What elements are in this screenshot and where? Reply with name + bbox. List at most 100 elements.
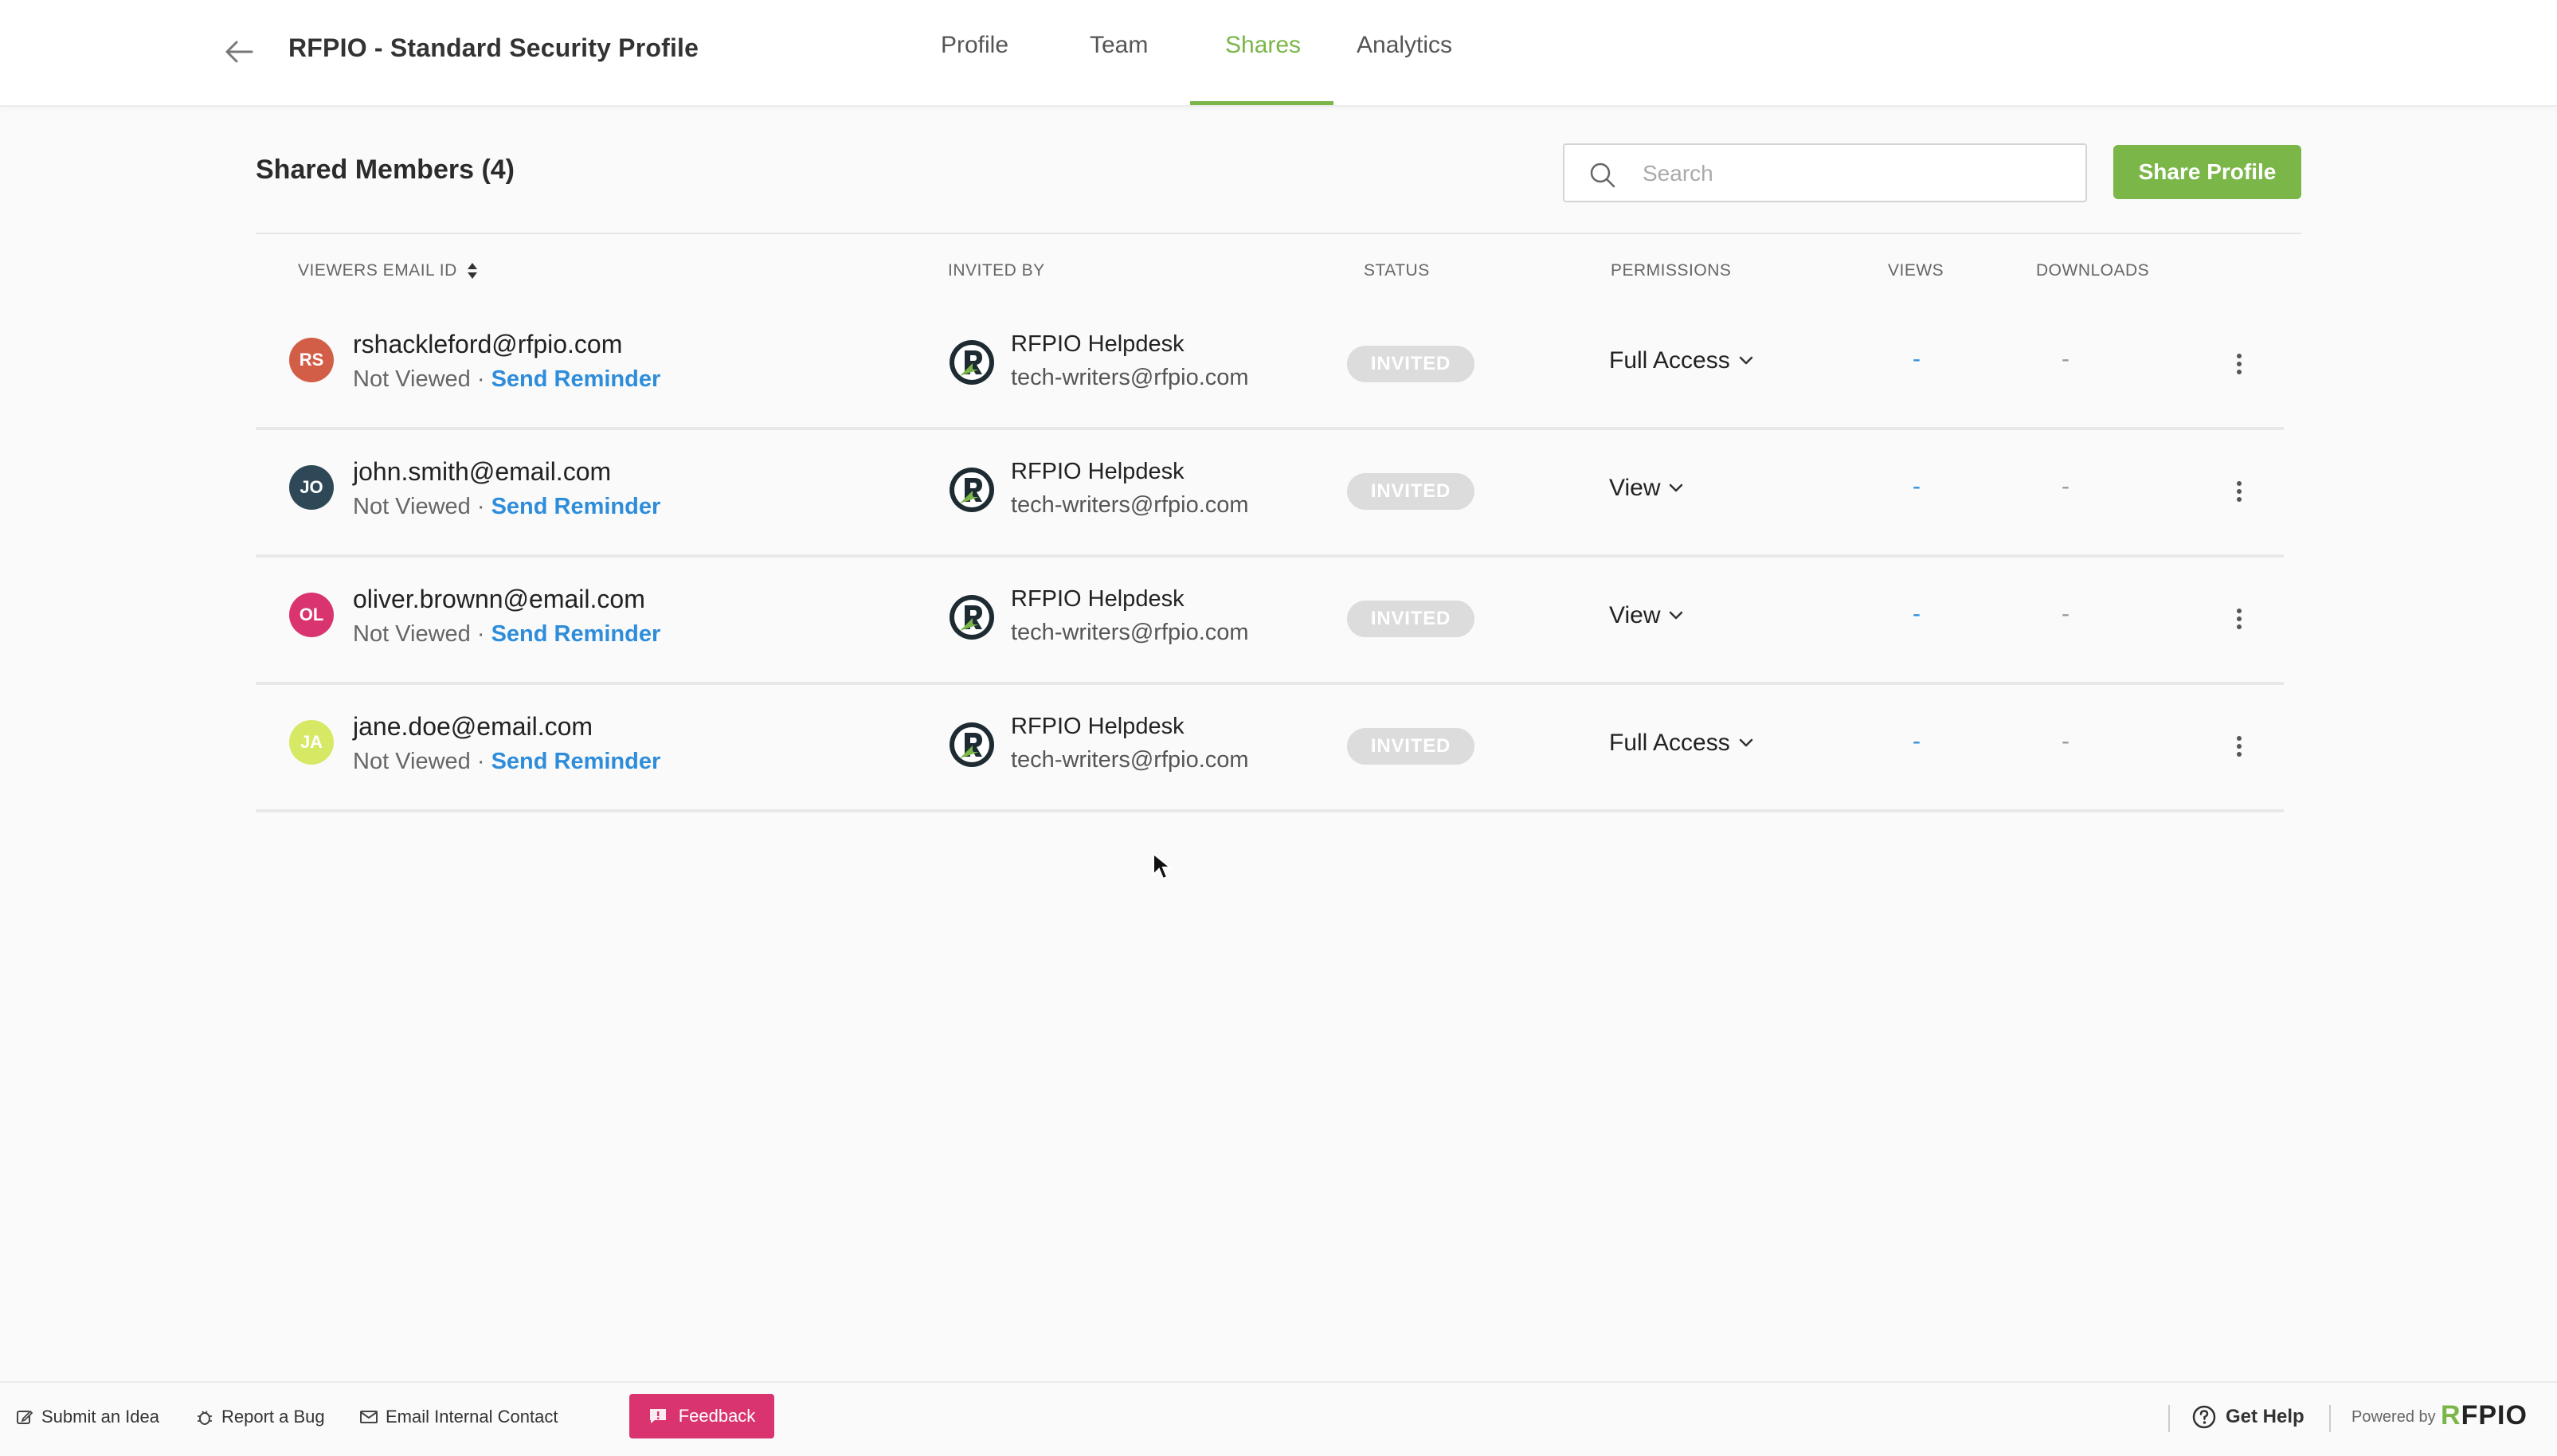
- send-reminder-link[interactable]: Send Reminder: [491, 621, 661, 647]
- footer-divider: [2329, 1405, 2331, 1432]
- status-separator: ·: [470, 366, 491, 392]
- section-title: Shared Members (4): [256, 155, 515, 185]
- kebab-menu-icon: [2237, 354, 2242, 374]
- row-actions-button[interactable]: [2223, 599, 2255, 639]
- row-actions-button[interactable]: [2223, 472, 2255, 511]
- status-separator: ·: [470, 621, 491, 647]
- permission-dropdown[interactable]: Full Access: [1609, 730, 1754, 757]
- view-status-text: Not Viewed: [353, 621, 471, 647]
- chevron-down-icon: [1739, 356, 1752, 365]
- chat-icon: [649, 1409, 666, 1423]
- permission-dropdown[interactable]: View: [1609, 602, 1684, 629]
- page-title: RFPIO - Standard Security Profile: [288, 33, 699, 62]
- permission-value: View: [1609, 475, 1661, 501]
- table-row: JA jane.doe@email.com Not Viewed · Send …: [256, 685, 2284, 812]
- table-row: OL oliver.brownn@email.com Not Viewed · …: [256, 558, 2284, 685]
- inviter-name: RFPIO Helpdesk: [1011, 331, 1185, 357]
- tab-team[interactable]: Team: [1090, 32, 1148, 59]
- bug-icon: [198, 1411, 212, 1425]
- footer-divider: [2168, 1405, 2170, 1432]
- send-reminder-link[interactable]: Send Reminder: [491, 366, 661, 392]
- rfpio-logo-icon: [950, 468, 994, 512]
- feedback-label: Feedback: [678, 1406, 756, 1426]
- column-header-status: STATUS: [1364, 261, 1430, 280]
- email-contact-link[interactable]: Email Internal Contact: [360, 1407, 558, 1427]
- back-button[interactable]: [217, 32, 261, 72]
- status-badge: INVITED: [1347, 346, 1474, 382]
- avatar: RS: [289, 338, 334, 382]
- views-count: -: [1913, 601, 1921, 627]
- report-bug-link[interactable]: Report a Bug: [196, 1407, 325, 1427]
- status-badge: INVITED: [1347, 601, 1474, 637]
- view-status-line: Not Viewed · Send Reminder: [353, 749, 660, 775]
- share-profile-button[interactable]: Share Profile: [2113, 145, 2301, 199]
- view-status-text: Not Viewed: [353, 494, 471, 519]
- inviter-email: tech-writers@rfpio.com: [1011, 747, 1249, 773]
- permission-value: Full Access: [1609, 347, 1730, 374]
- send-reminder-link[interactable]: Send Reminder: [491, 494, 661, 519]
- inviter-name: RFPIO Helpdesk: [1011, 586, 1185, 612]
- sort-icon[interactable]: [467, 261, 478, 280]
- avatar: JO: [289, 465, 334, 510]
- inviter-name: RFPIO Helpdesk: [1011, 714, 1185, 739]
- row-actions-button[interactable]: [2223, 726, 2255, 766]
- get-help-link[interactable]: Get Help: [2192, 1405, 2304, 1429]
- kebab-menu-icon: [2237, 736, 2242, 757]
- column-header-invited-by: INVITED BY: [948, 261, 1045, 280]
- send-reminder-link[interactable]: Send Reminder: [491, 749, 661, 774]
- views-count: -: [1913, 728, 1921, 754]
- status-separator: ·: [470, 494, 491, 519]
- search-box[interactable]: [1563, 143, 2087, 202]
- column-header-permissions: PERMISSIONS: [1611, 261, 1732, 280]
- downloads-count: -: [2062, 346, 2069, 372]
- column-header-views: VIEWS: [1888, 261, 1944, 280]
- active-tab-indicator: [1190, 101, 1333, 105]
- edit-icon: [17, 1410, 33, 1424]
- chevron-down-icon: [1670, 611, 1683, 620]
- rfpio-brand-logo: RFPIO: [2441, 1400, 2528, 1431]
- status-badge: INVITED: [1347, 728, 1474, 765]
- search-icon: [1590, 162, 1615, 188]
- permission-value: Full Access: [1609, 730, 1730, 756]
- rfpio-logo-icon: [950, 722, 994, 767]
- avatar: JA: [289, 720, 334, 765]
- back-arrow-icon: [225, 41, 253, 63]
- inviter-email: tech-writers@rfpio.com: [1011, 492, 1249, 518]
- downloads-count: -: [2062, 601, 2069, 627]
- status-badge: INVITED: [1347, 473, 1474, 510]
- chevron-down-icon: [1670, 483, 1683, 492]
- downloads-count: -: [2062, 473, 2069, 499]
- avatar: OL: [289, 593, 334, 637]
- column-header-email[interactable]: VIEWERS EMAIL ID: [298, 261, 478, 280]
- row-actions-button[interactable]: [2223, 344, 2255, 384]
- top-bar: RFPIO - Standard Security Profile Profil…: [0, 0, 2557, 107]
- feedback-button[interactable]: Feedback: [629, 1394, 774, 1438]
- views-count: -: [1913, 346, 1921, 372]
- report-bug-label: Report a Bug: [221, 1407, 325, 1427]
- rfpio-logo-icon: [950, 595, 994, 640]
- table-row: RS rshackleford@rfpio.com Not Viewed · S…: [256, 303, 2284, 430]
- permission-dropdown[interactable]: Full Access: [1609, 347, 1754, 374]
- permission-dropdown[interactable]: View: [1609, 475, 1684, 502]
- tab-shares[interactable]: Shares: [1225, 32, 1301, 59]
- viewer-email: rshackleford@rfpio.com: [353, 330, 623, 358]
- view-status-text: Not Viewed: [353, 749, 471, 774]
- search-input[interactable]: [1641, 153, 2058, 194]
- divider: [256, 233, 2301, 234]
- tab-profile[interactable]: Profile: [941, 32, 1008, 59]
- cursor-icon: [1153, 852, 1173, 880]
- inviter-email: tech-writers@rfpio.com: [1011, 365, 1249, 390]
- tab-analytics[interactable]: Analytics: [1357, 32, 1452, 59]
- mail-icon: [360, 1411, 378, 1423]
- viewer-email: jane.doe@email.com: [353, 712, 593, 741]
- table-row: JO john.smith@email.com Not Viewed · Sen…: [256, 430, 2284, 558]
- view-status-text: Not Viewed: [353, 366, 471, 392]
- inviter-email: tech-writers@rfpio.com: [1011, 620, 1249, 645]
- submit-idea-link[interactable]: Submit an Idea: [16, 1407, 159, 1427]
- column-header-email-label: VIEWERS EMAIL ID: [298, 261, 457, 280]
- brand-logo-text: FPIO: [2461, 1400, 2528, 1431]
- permission-value: View: [1609, 602, 1661, 628]
- column-header-downloads: DOWNLOADS: [2036, 261, 2150, 280]
- kebab-menu-icon: [2237, 481, 2242, 502]
- brand-logo-r: R: [2441, 1400, 2461, 1431]
